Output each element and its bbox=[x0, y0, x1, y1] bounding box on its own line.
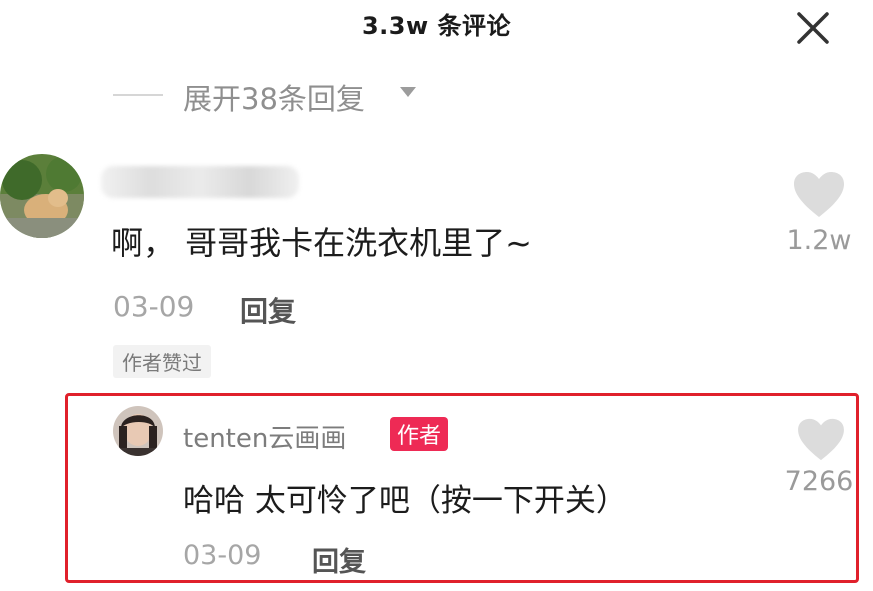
comment-date: 03-09 bbox=[113, 290, 195, 323]
heart-icon[interactable] bbox=[797, 418, 845, 462]
like-count: 1.2w bbox=[786, 225, 852, 256]
close-icon[interactable] bbox=[793, 8, 833, 48]
author-liked-badge: 作者赞过 bbox=[113, 345, 211, 378]
reply-date: 03-09 bbox=[183, 540, 262, 571]
reply-like-count: 7266 bbox=[784, 466, 854, 497]
reply-avatar[interactable] bbox=[113, 406, 163, 456]
heart-icon[interactable] bbox=[793, 171, 845, 219]
reply-button[interactable]: 回复 bbox=[240, 290, 296, 330]
expand-divider bbox=[113, 94, 163, 96]
reply-text: 哈哈 太可怜了吧（按一下开关） bbox=[183, 483, 627, 519]
blurred-username bbox=[101, 166, 299, 198]
author-badge: 作者 bbox=[390, 417, 449, 451]
avatar[interactable] bbox=[0, 154, 84, 238]
comment-text: 啊， 哥哥我卡在洗衣机里了~ bbox=[111, 224, 532, 262]
caret-down-icon[interactable] bbox=[398, 84, 418, 100]
reply-username[interactable]: tenten云画画 bbox=[183, 418, 346, 455]
reply-reply-button[interactable]: 回复 bbox=[312, 540, 366, 579]
expand-replies-link[interactable]: 展开38条回复 bbox=[183, 76, 365, 118]
page-title: 3.3w 条评论 bbox=[361, 12, 512, 40]
